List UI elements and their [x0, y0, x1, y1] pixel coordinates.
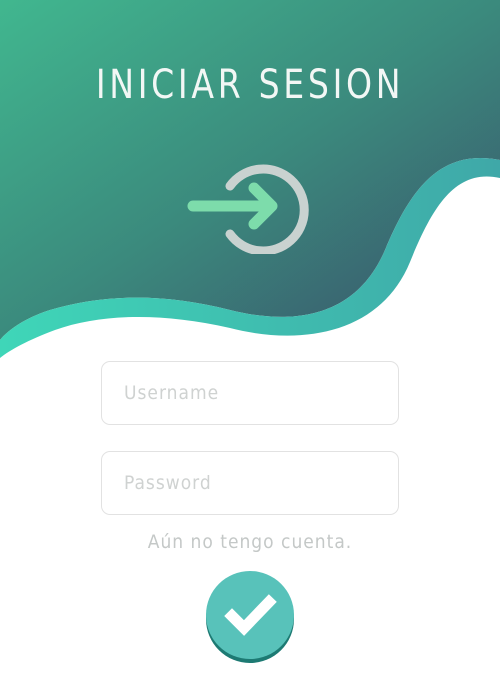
checkmark-icon [224, 594, 277, 636]
username-field[interactable] [101, 361, 399, 425]
no-account-link[interactable]: Aún no tengo cuenta. [0, 531, 500, 553]
password-field[interactable] [101, 451, 399, 515]
password-input[interactable] [102, 452, 398, 514]
username-input[interactable] [102, 362, 398, 424]
submit-button[interactable] [206, 571, 294, 663]
page-title: INICIAR SESION [95, 62, 405, 108]
login-arrow-icon [187, 164, 309, 254]
login-screen: INICIAR SESION Aún no tengo cuenta. [0, 0, 500, 700]
